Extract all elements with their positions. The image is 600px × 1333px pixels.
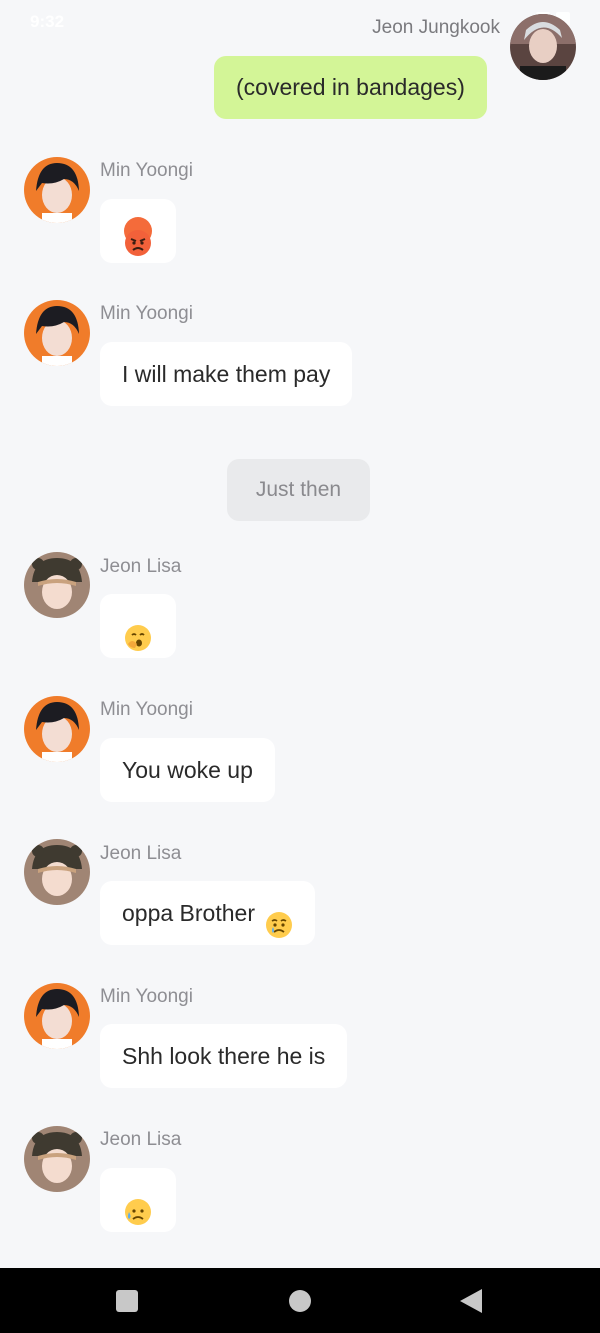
yawning-face-emoji — [124, 612, 152, 651]
message-bubble[interactable]: oppa Brother — [100, 881, 316, 945]
avatar-jeon-jungkook[interactable] — [510, 14, 576, 80]
sender-name: Min Yoongi — [100, 160, 193, 181]
avatar-min-yoongi[interactable] — [24, 300, 90, 366]
sender-name: Jeon Lisa — [100, 556, 182, 577]
message-bubble[interactable]: You woke up — [100, 738, 275, 802]
message-bubble[interactable]: (covered in bandages) — [214, 56, 487, 119]
sender-name: Min Yoongi — [100, 986, 193, 1007]
narration-bubble: Just then — [227, 459, 370, 521]
avatar-jeon-lisa[interactable] — [24, 839, 90, 905]
sad-sweat-face-emoji — [124, 1186, 152, 1225]
message-bubble[interactable] — [100, 199, 176, 263]
sender-name: Jeon Jungkook — [372, 17, 500, 38]
avatar-min-yoongi[interactable] — [24, 983, 90, 1049]
message-bubble[interactable]: I will make them pay — [100, 342, 353, 406]
avatar-min-yoongi[interactable] — [24, 157, 90, 223]
system-navbar — [0, 1268, 600, 1333]
chat-screen: 9:32 Jeon Jungkook (covered in bandages) — [0, 0, 600, 1333]
message-bubble[interactable] — [100, 594, 176, 658]
triangle-back-icon[interactable] — [460, 1289, 482, 1313]
message-bubble[interactable]: Shh look there he is — [100, 1024, 348, 1088]
sender-name: Min Yoongi — [100, 699, 193, 720]
sender-name: Jeon Lisa — [100, 1129, 182, 1150]
sender-name: Min Yoongi — [100, 303, 193, 324]
angry-face-emoji — [124, 216, 152, 256]
avatar-min-yoongi[interactable] — [24, 696, 90, 762]
avatar-jeon-lisa[interactable] — [24, 1126, 90, 1192]
circle-icon[interactable] — [289, 1290, 311, 1312]
square-icon[interactable] — [116, 1290, 138, 1312]
message-bubble[interactable] — [100, 1168, 176, 1232]
message-text: oppa Brother — [122, 900, 255, 926]
status-time: 9:32 — [30, 12, 65, 31]
avatar-jeon-lisa[interactable] — [24, 552, 90, 618]
sender-name: Jeon Lisa — [100, 843, 182, 864]
crying-face-emoji — [265, 899, 293, 938]
